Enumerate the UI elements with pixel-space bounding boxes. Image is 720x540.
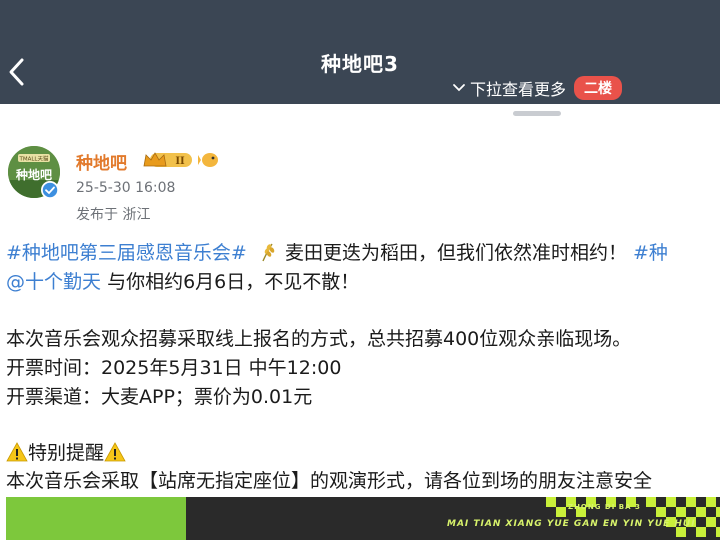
warning-icon bbox=[104, 442, 126, 462]
banner-text: MAI TIAN XIANG YUE GAN EN YIN YUE HUI bbox=[447, 519, 696, 529]
avatar-logo-text: 种地吧 bbox=[15, 167, 52, 182]
post-line-1: #种地吧第三届感恩音乐会# 麦田更迭为稻田，但我们依然准时相约！ #种 bbox=[6, 238, 668, 265]
post-line-2: @十个勤天 与你相约6月6日，不见不散！ bbox=[6, 267, 359, 294]
floor-badge[interactable]: 二楼 bbox=[574, 76, 623, 100]
pull-more-label: 下拉查看更多 bbox=[470, 80, 567, 99]
post-text: 麦田更迭为稻田，但我们依然准时相约！ bbox=[284, 242, 627, 264]
post-line-4: 开票时间：2025年5月31日 中午12:00 bbox=[6, 357, 342, 379]
warning-icon bbox=[6, 442, 28, 462]
post-line-6: 特别提醒 bbox=[6, 438, 126, 465]
post-location: 发布于 浙江 bbox=[76, 207, 151, 223]
hashtag-link[interactable]: #种地吧第三届感恩音乐会# bbox=[6, 242, 247, 264]
post-time: 25-5-30 16:08 bbox=[76, 180, 176, 196]
post-text: 与你相约6月6日，不见不散！ bbox=[107, 271, 360, 293]
page-title: 种地吧3 bbox=[321, 52, 399, 76]
banner-green-block bbox=[6, 497, 186, 540]
chevron-down-icon bbox=[453, 84, 465, 92]
post-line-7: 本次音乐会采取【站席无指定座位】的观演形式，请各位到场的朋友注意安全 bbox=[6, 470, 653, 492]
mention-link[interactable]: @十个勤天 bbox=[6, 271, 101, 293]
fish-emoji-icon bbox=[198, 153, 218, 167]
author-name[interactable]: 种地吧 bbox=[76, 149, 127, 174]
avatar-brand-text: TMALL天猫 bbox=[19, 155, 49, 163]
warning-title: 特别提醒 bbox=[28, 442, 105, 464]
wheat-emoji-icon bbox=[262, 243, 275, 262]
hashtag-link-2[interactable]: #种 bbox=[633, 242, 668, 264]
post-line-3: 本次音乐会观众招募采取线上报名的方式，总共招募400位观众亲临现场。 bbox=[6, 328, 632, 350]
banner-small-text: ZHONG DI BA 3 bbox=[568, 503, 641, 511]
level-badge-icon: II bbox=[143, 152, 192, 167]
level-badge-text: II bbox=[175, 156, 185, 167]
verified-icon bbox=[41, 181, 59, 199]
drag-handle[interactable] bbox=[513, 111, 561, 116]
post-line-5: 开票渠道：大麦APP；票价为0.01元 bbox=[6, 386, 313, 408]
pull-more-row[interactable]: 下拉查看更多 二楼 bbox=[452, 76, 623, 100]
